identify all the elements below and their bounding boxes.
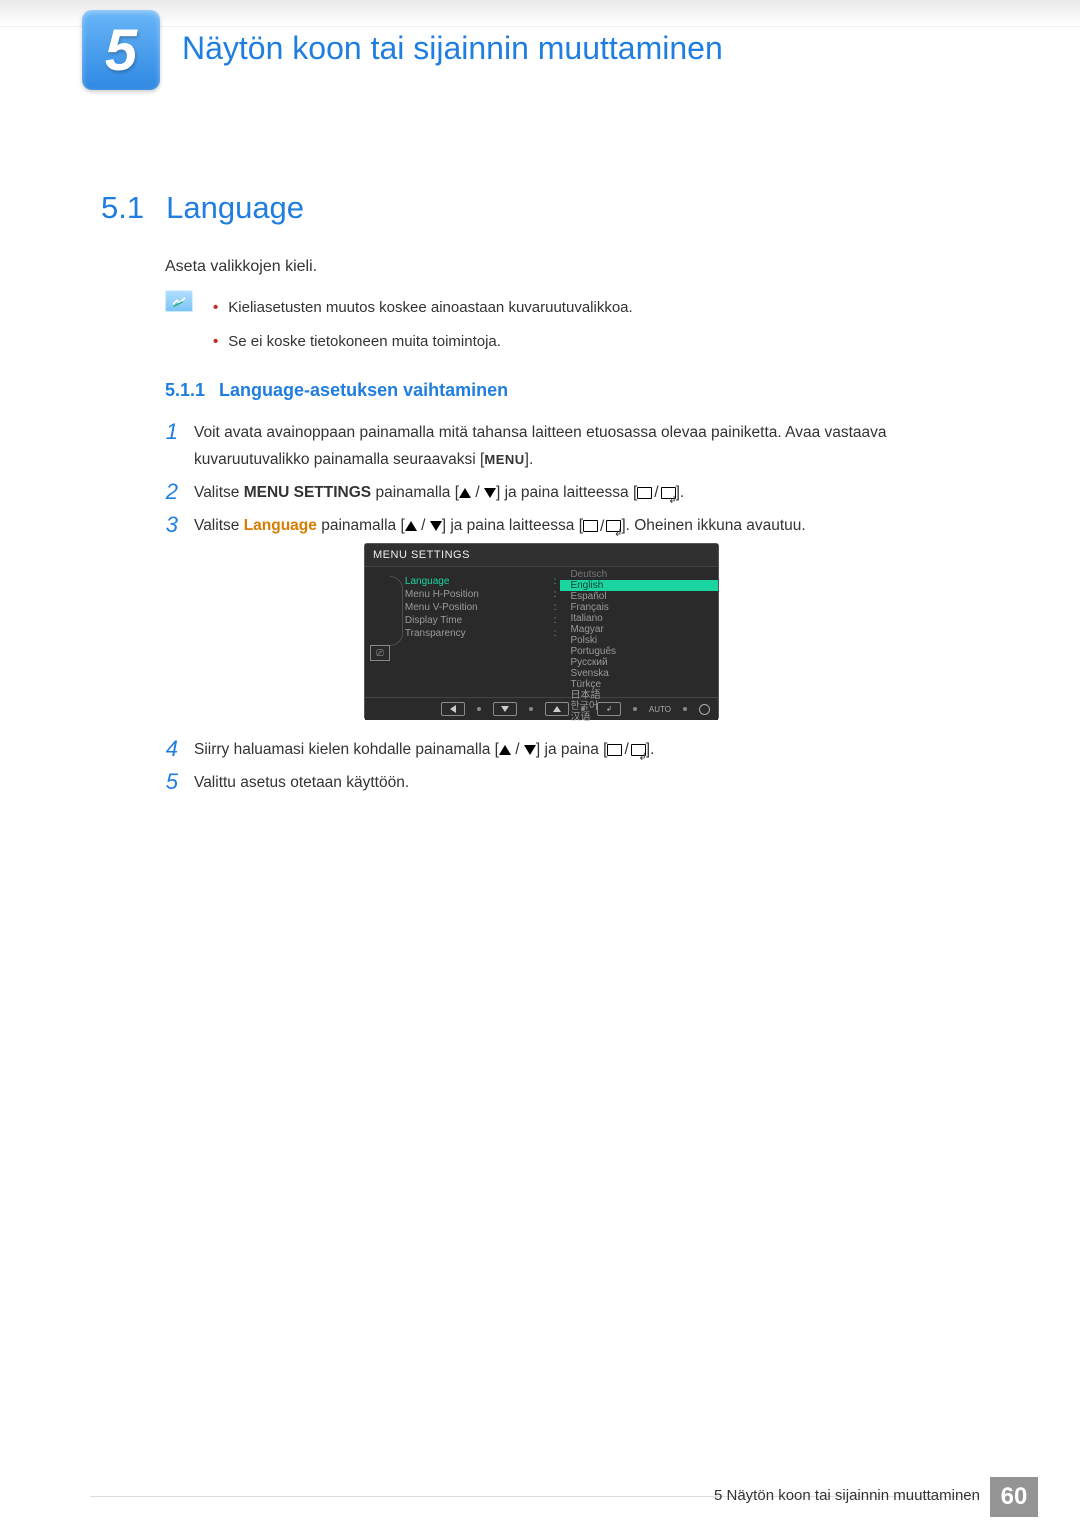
osd-lang-option: 汉语 — [560, 712, 718, 723]
chapter-number: 5 — [105, 17, 137, 84]
osd-category-icon: ⎚ — [370, 645, 390, 661]
osd-language-list: Deutsch English Español Français Italian… — [560, 567, 718, 697]
section-number: 5.1 — [101, 190, 144, 226]
enter-source-icon: /↲ — [637, 479, 675, 506]
step-text: Valittu asetus otetaan käyttöön. — [194, 769, 990, 796]
osd-enter-icon: ↲ — [597, 702, 621, 716]
enter-source-icon: /↲ — [583, 513, 621, 540]
subsection-title: Language-asetuksen vaihtaminen — [219, 380, 508, 401]
step-text: Valitse Language painamalla [ / ] ja pai… — [194, 512, 990, 539]
step-text: Siirry haluamasi kielen kohdalle painama… — [194, 736, 990, 763]
page-number: 60 — [990, 1477, 1038, 1517]
osd-back-icon — [441, 702, 465, 716]
step-text: Voit avata avainoppaan painamalla mitä t… — [194, 419, 990, 473]
section-intro-text: Aseta valikkojen kieli. — [165, 258, 317, 276]
step-number: 5 — [158, 769, 178, 795]
osd-curve-decoration — [390, 576, 403, 646]
chapter-badge: 5 — [82, 10, 160, 90]
osd-lang-option: Svenska — [560, 668, 718, 679]
osd-lang-option: Türkçe — [560, 679, 718, 690]
osd-lang-option: Deutsch — [560, 569, 718, 580]
triangle-up-icon — [499, 745, 511, 755]
osd-menu-item: Display Time — [405, 615, 462, 626]
triangle-up-icon — [459, 488, 471, 498]
triangle-down-icon — [430, 521, 442, 531]
osd-auto-label: AUTO — [649, 705, 671, 714]
osd-up-icon — [545, 702, 569, 716]
osd-lang-option: Français — [560, 602, 718, 613]
osd-lang-option: Português — [560, 646, 718, 657]
osd-lang-option: Español — [560, 591, 718, 602]
osd-title: MENU SETTINGS — [365, 544, 718, 567]
note-icon — [165, 290, 193, 312]
triangle-down-icon — [524, 745, 536, 755]
step-number: 2 — [158, 479, 178, 505]
section-title: Language — [166, 190, 304, 226]
osd-menu-item: Language — [405, 576, 450, 587]
osd-lang-option: Русский — [560, 657, 718, 668]
triangle-down-icon — [484, 488, 496, 498]
note-item: Se ei koske tietokoneen muita toimintoja… — [213, 325, 633, 359]
note-list: Kieliasetusten muutos koskee ainoastaan … — [213, 291, 633, 359]
osd-lang-option: 日本語 — [560, 690, 718, 701]
osd-down-icon — [493, 702, 517, 716]
osd-menu-item: Transparency — [405, 628, 466, 639]
osd-menu-item: Menu H-Position — [405, 589, 479, 600]
triangle-up-icon — [405, 521, 417, 531]
note-item: Kieliasetusten muutos koskee ainoastaan … — [213, 291, 633, 325]
osd-menu-item: Menu V-Position — [405, 602, 478, 613]
step-text: Valitse MENU SETTINGS painamalla [ / ] j… — [194, 479, 990, 506]
chapter-title: Näytön koon tai sijainnin muuttaminen — [182, 30, 723, 67]
enter-source-icon: /↲ — [607, 736, 645, 763]
osd-lang-option: Magyar — [560, 624, 718, 635]
subsection-number: 5.1.1 — [165, 380, 205, 401]
step-number: 3 — [158, 512, 178, 538]
footer-breadcrumb: 5 Näytön koon tai sijainnin muuttaminen — [714, 1487, 980, 1504]
step-number: 4 — [158, 736, 178, 762]
osd-menu-items: Language: Menu H-Position: Menu V-Positi… — [395, 567, 561, 697]
osd-screenshot: MENU SETTINGS ⎚ Language: Menu H-Positio… — [364, 543, 719, 720]
step-number: 1 — [158, 419, 178, 445]
osd-power-icon — [699, 704, 710, 715]
page-top-gradient — [0, 0, 1080, 27]
osd-lang-option-selected: English — [560, 580, 718, 591]
osd-lang-option: Italiano — [560, 613, 718, 624]
osd-lang-option: Polski — [560, 635, 718, 646]
menu-label-icon: MENU — [484, 452, 524, 467]
